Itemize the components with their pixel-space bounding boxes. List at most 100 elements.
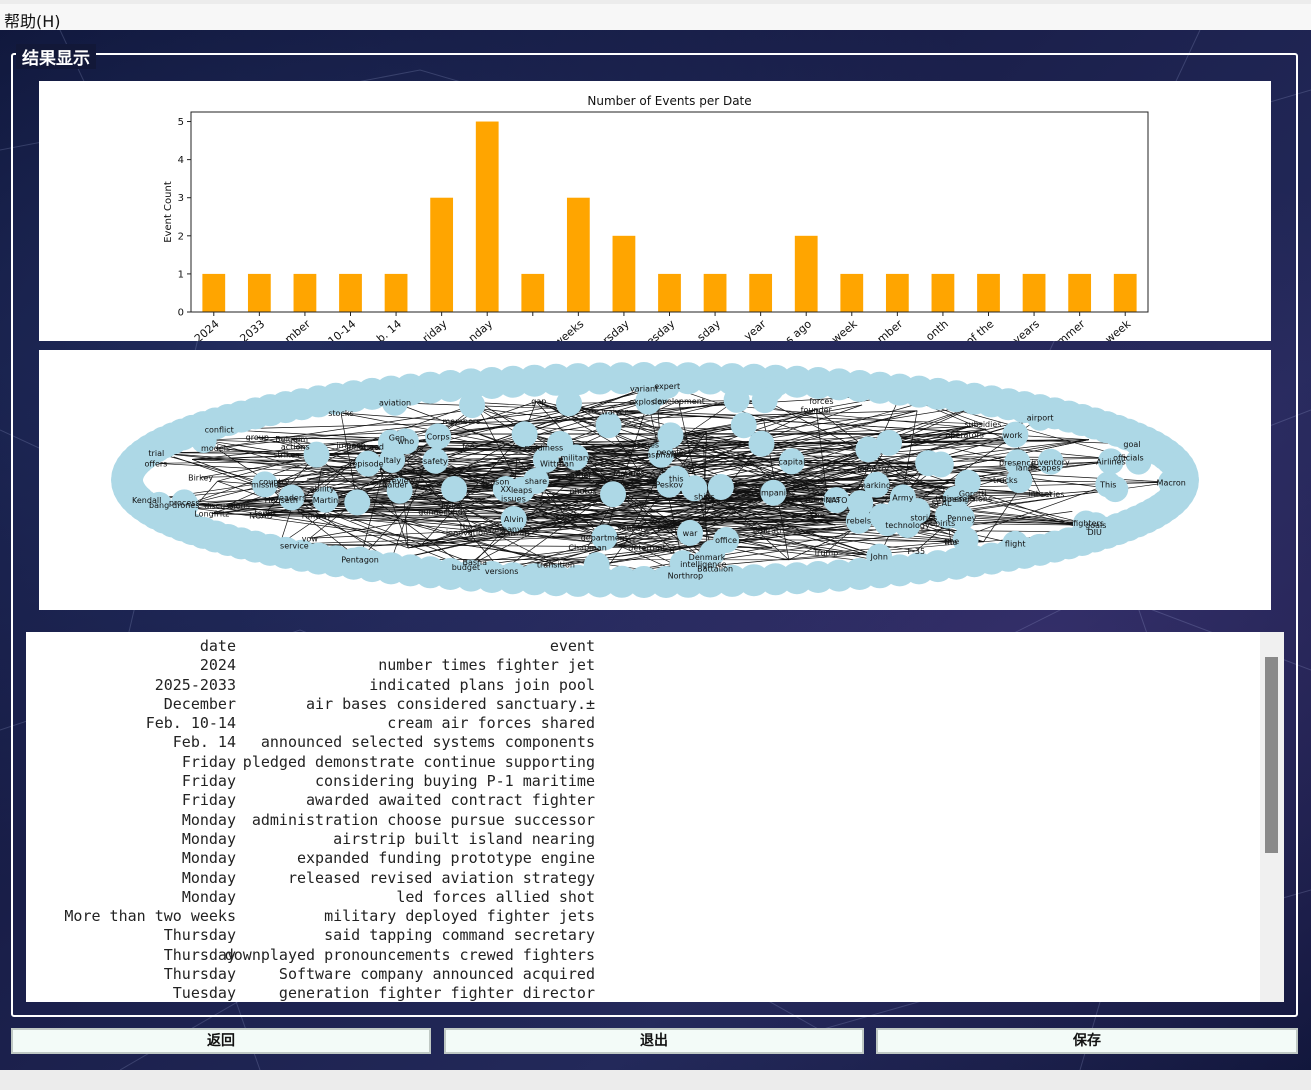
- x-tick-label: 2024: [192, 317, 222, 341]
- network-node-label: Trump: [812, 549, 838, 558]
- cell-date: Monday: [181, 810, 236, 829]
- network-node: [875, 429, 902, 456]
- network-node-label: founder: [801, 405, 833, 414]
- network-node-label: goal: [1123, 440, 1140, 449]
- network-node-label: runway: [302, 511, 332, 520]
- network-node-label: gunner: [418, 507, 447, 516]
- network-node-label: Emirati: [753, 526, 782, 535]
- network-node-label: capital: [778, 457, 805, 466]
- network-node-label: versions: [485, 567, 518, 576]
- network-node-label: members: [442, 417, 480, 426]
- table-row: Monday administration choose pursue succe…: [26, 811, 626, 830]
- back-button[interactable]: 返回: [11, 1028, 431, 1054]
- network-node-label: she: [945, 537, 959, 546]
- cell-date: Thursday: [163, 965, 236, 984]
- network-node-label: intent: [1028, 490, 1052, 499]
- cell-date: Friday: [181, 791, 236, 810]
- x-tick-label: mber: [282, 317, 313, 341]
- network-node: [915, 450, 942, 477]
- x-tick-label: rsday: [600, 317, 632, 341]
- network-node-label: Battalion: [697, 565, 733, 574]
- network-node-label: Alvin: [504, 515, 524, 524]
- network-node-label: ability: [310, 485, 335, 494]
- table-row: Thursday said tapping command secretary: [26, 926, 626, 945]
- cell-event: indicated plans join pool: [369, 675, 595, 694]
- network-node-label: asphalt: [646, 451, 675, 460]
- table-row: Friday pledged demonstrate continue suppo…: [26, 753, 626, 772]
- cell-event: number times fighter jet: [378, 656, 595, 675]
- x-tick-label: 2033: [237, 317, 267, 341]
- bar: [658, 273, 681, 312]
- network-node: [657, 422, 684, 449]
- network-node-label: transition: [537, 561, 575, 570]
- network-node-label: offers: [145, 459, 168, 468]
- bar-chart: Number of Events per Date Event Count 0 1 2 3…: [163, 94, 1149, 350]
- table-row: Feb. 14 announced selected systems compon…: [26, 733, 626, 752]
- network-node: [459, 392, 486, 419]
- chart-title: Number of Events per Date: [587, 94, 751, 108]
- vertical-scrollbar[interactable]: [1260, 632, 1284, 1002]
- x-tick-label: mmer: [1054, 317, 1088, 341]
- cell-event: cream air forces shared: [387, 714, 595, 733]
- table-row: December air bases considered sanctuary.±: [26, 695, 626, 714]
- network-node-label: group: [246, 433, 269, 442]
- cell-event: military deployed fighter jets: [324, 907, 595, 926]
- cell-event: airstrip built island nearing: [333, 829, 595, 848]
- network-node-label: Penney: [947, 514, 977, 523]
- network-node-label: presence: [999, 458, 1036, 467]
- network-node: [600, 481, 627, 508]
- x-tick-label: nday: [466, 317, 496, 341]
- network-node-label: issues: [634, 440, 659, 449]
- network-node-label: Pentagon: [341, 556, 379, 565]
- table-row: 2024 number times fighter jet: [26, 656, 626, 675]
- exit-button[interactable]: 退出: [444, 1028, 864, 1054]
- network-node-label: innovation: [446, 529, 488, 538]
- bar-chart-panel: Number of Events per Date Event Count 0 1 2 3…: [39, 81, 1271, 350]
- network-node-label: variant: [630, 385, 658, 394]
- chart-ylabel: Event Count: [163, 181, 174, 243]
- network-node-label: d: [670, 547, 675, 556]
- cell-event: downplayed pronouncements crewed fighter…: [224, 945, 595, 964]
- x-tick-label: weeks: [551, 317, 586, 341]
- bar: [612, 235, 636, 312]
- network-node-label: DIU: [1087, 528, 1102, 537]
- bar: [475, 121, 499, 313]
- menu-bar: 帮助(H): [0, 0, 1311, 32]
- menu-help[interactable]: 帮助(H): [4, 8, 61, 32]
- network-node-label: fee: [462, 442, 475, 451]
- header-date: date: [199, 637, 236, 655]
- x-tick-label: s ago: [783, 317, 814, 341]
- scrollbar-thumb[interactable]: [1265, 657, 1278, 853]
- save-button[interactable]: 保存: [876, 1028, 1298, 1054]
- network-node-label: fighters: [1073, 519, 1104, 528]
- cell-date: Tuesday: [172, 984, 236, 1002]
- network-node-label: Birkey: [188, 473, 213, 482]
- network-node-label: F-35: [907, 547, 925, 556]
- network-node-label: office: [715, 536, 737, 545]
- network-node-label: This: [1099, 481, 1116, 490]
- cell-date: Feb. 14: [172, 733, 236, 752]
- network-node-label: Italy: [383, 456, 401, 465]
- bar: [1113, 273, 1137, 312]
- status-bar: [0, 1070, 1311, 1090]
- cell-date: More than two weeks: [64, 907, 236, 926]
- network-node-label: inventory: [1032, 458, 1070, 467]
- table-row: Monday led forces allied shot: [26, 888, 626, 907]
- cell-event: generation fighter fighter director: [278, 984, 595, 1002]
- cell-date: Thursday: [163, 926, 236, 945]
- network-node-label: Kendall: [132, 496, 161, 505]
- network-node-label: airport: [1027, 414, 1054, 423]
- network-node-label: Macron: [1157, 478, 1186, 487]
- network-node-label: pilot: [349, 443, 367, 452]
- network-node-label: deterrent: [628, 543, 665, 552]
- x-tick-label: onth: [923, 317, 951, 341]
- network-node-label: Hegseth: [265, 496, 298, 505]
- network-node-label: Army: [892, 493, 913, 502]
- word-network-graph: missile reviewrunwaygoalssessionsissuesof…: [111, 362, 1199, 598]
- y-tick-label: 1: [178, 269, 184, 280]
- network-node-label: country: [259, 478, 290, 487]
- cell-event: said tapping command secretary: [324, 926, 595, 945]
- network-node-label: issues: [501, 494, 526, 503]
- network-node-label: zone: [556, 511, 575, 520]
- network-node-label: officials: [1113, 454, 1144, 463]
